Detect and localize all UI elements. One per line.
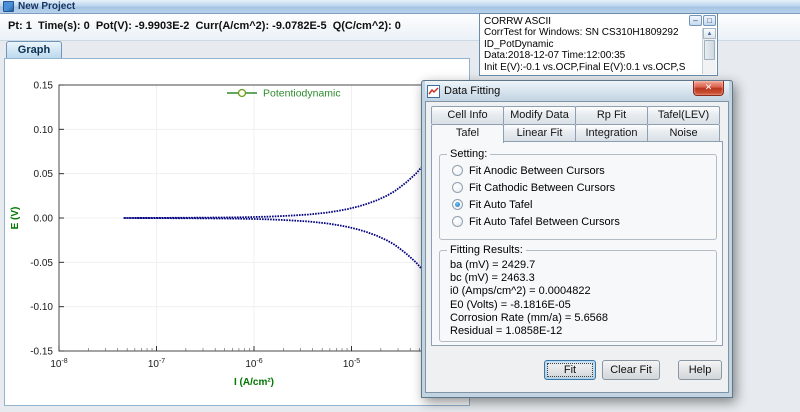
y-tick-label: -0.05 bbox=[30, 258, 53, 269]
fitting-results-label: Fitting Results: bbox=[447, 244, 526, 256]
y-tick-label: -0.15 bbox=[30, 347, 53, 358]
chart-panel: 10-810-710-610-510-40.150.100.050.00-0.0… bbox=[4, 58, 470, 406]
tab-row-1: Cell Info Modify Data Rp Fit Tafel(LEV) bbox=[431, 106, 723, 124]
radio-button[interactable] bbox=[452, 216, 463, 227]
dialog-icon bbox=[427, 84, 440, 98]
radio-button[interactable] bbox=[452, 182, 463, 193]
result-line: Corrosion Rate (mm/a) = 5.6568 bbox=[450, 311, 609, 324]
x-axis-title: I (A/cm²) bbox=[234, 377, 274, 388]
tab-tafel-lev[interactable]: Tafel(LEV) bbox=[647, 106, 720, 124]
radio-option-fit-auto-tafel-cursors[interactable]: Fit Auto Tafel Between Cursors bbox=[452, 213, 716, 230]
y-tick-label: 0.10 bbox=[34, 125, 54, 136]
radio-label: Fit Anodic Between Cursors bbox=[469, 164, 605, 177]
result-line: E0 (Volts) = -8.1816E-05 bbox=[450, 298, 571, 311]
tab-integration[interactable]: Integration bbox=[575, 124, 648, 142]
clear-fit-button[interactable]: Clear Fit bbox=[602, 360, 660, 380]
ascii-line: CORRW ASCII bbox=[484, 16, 552, 27]
radio-option-fit-auto-tafel[interactable]: Fit Auto Tafel bbox=[452, 196, 716, 213]
radio-button[interactable] bbox=[452, 199, 463, 210]
tafel-tab-page: Setting: Fit Anodic Between Cursors Fit … bbox=[431, 141, 723, 346]
app-icon bbox=[3, 1, 14, 12]
ascii-line: ID_PotDynamic bbox=[484, 38, 554, 50]
ascii-line: Init E(V):-0.1 vs.OCP,Final E(V):0.1 vs.… bbox=[484, 61, 686, 73]
y-tick-label: -0.10 bbox=[30, 302, 53, 313]
scrollbar[interactable]: ▲ bbox=[702, 28, 716, 74]
tab-tafel[interactable]: Tafel bbox=[431, 124, 504, 143]
x-tick-label: 10-8 bbox=[50, 358, 67, 370]
close-icon[interactable]: ✕ bbox=[693, 81, 724, 96]
minimize-icon[interactable]: – bbox=[689, 15, 702, 26]
y-tick-label: 0.00 bbox=[34, 214, 54, 225]
help-button[interactable]: Help bbox=[678, 360, 722, 380]
radio-button[interactable] bbox=[452, 165, 463, 176]
fit-button[interactable]: Fit bbox=[544, 360, 596, 380]
fitting-results-text: ba (mV) = 2429.7 bc (mV) = 2463.3 i0 (Am… bbox=[440, 251, 716, 338]
data-fitting-dialog: Data Fitting ✕ Cell Info Modify Data Rp … bbox=[421, 80, 733, 398]
result-line: Residual = 1.0858E-12 bbox=[450, 325, 563, 338]
tab-cell-info[interactable]: Cell Info bbox=[431, 106, 504, 124]
dialog-buttons: Fit Clear Fit Help bbox=[544, 360, 722, 380]
potentiodynamic-chart: 10-810-710-610-510-40.150.100.050.00-0.0… bbox=[10, 81, 458, 389]
radio-label: Fit Auto Tafel Between Cursors bbox=[469, 215, 620, 228]
tab-linear-fit[interactable]: Linear Fit bbox=[503, 124, 576, 142]
window-title: New Project bbox=[18, 0, 76, 12]
dialog-titlebar: Data Fitting ✕ bbox=[425, 81, 729, 101]
tab-row-2: Tafel Linear Fit Integration Noise bbox=[431, 124, 723, 143]
panel-window-buttons: – □ bbox=[689, 15, 716, 26]
titlebar: New Project bbox=[0, 0, 800, 14]
y-tick-label: 0.15 bbox=[34, 81, 54, 92]
y-axis-title: E (V) bbox=[10, 207, 21, 230]
scroll-thumb[interactable] bbox=[704, 40, 715, 60]
ascii-line: Data:2018-12-07 Time:12:00:35 bbox=[484, 50, 626, 62]
legend-marker-icon bbox=[237, 88, 247, 98]
restore-icon[interactable]: □ bbox=[703, 15, 716, 26]
y-tick-label: 0.05 bbox=[34, 169, 54, 180]
result-line: i0 (Amps/cm^2) = 0.0004822 bbox=[450, 285, 591, 298]
x-tick-label: 10-7 bbox=[148, 358, 165, 370]
dialog-title: Data Fitting bbox=[444, 85, 501, 97]
result-line: bc (mV) = 2463.3 bbox=[450, 272, 535, 285]
tab-rp-fit[interactable]: Rp Fit bbox=[575, 106, 648, 124]
radio-label: Fit Auto Tafel bbox=[469, 198, 533, 211]
ascii-text-block: CORRW ASCII CorrTest for Windows: SN CS3… bbox=[480, 14, 702, 75]
ascii-line: CorrTest for Windows: SN CS310H1809292 bbox=[484, 27, 679, 39]
x-tick-label: 10-5 bbox=[343, 358, 360, 370]
radio-option-fit-anodic[interactable]: Fit Anodic Between Cursors bbox=[452, 162, 716, 179]
setting-group: Setting: Fit Anodic Between Cursors Fit … bbox=[439, 148, 717, 240]
main-window: New Project Pt: 1 Time(s): 0 Pot(V): -9.… bbox=[0, 0, 800, 412]
status-readout: Pt: 1 Time(s): 0 Pot(V): -9.9903E-2 Curr… bbox=[8, 20, 401, 32]
scroll-up-icon[interactable]: ▲ bbox=[703, 28, 716, 39]
tab-noise[interactable]: Noise bbox=[647, 124, 720, 142]
fitting-results-group: Fitting Results: ba (mV) = 2429.7 bc (mV… bbox=[439, 244, 717, 342]
legend-label: Potentiodynamic bbox=[263, 88, 341, 100]
dialog-body: Cell Info Modify Data Rp Fit Tafel(LEV) … bbox=[425, 101, 729, 393]
result-line: ba (mV) = 2429.7 bbox=[450, 259, 536, 271]
radio-label: Fit Cathodic Between Cursors bbox=[469, 181, 616, 194]
setting-group-label: Setting: bbox=[447, 148, 491, 160]
tab-modify-data[interactable]: Modify Data bbox=[503, 106, 576, 124]
radio-option-fit-cathodic[interactable]: Fit Cathodic Between Cursors bbox=[452, 179, 716, 196]
ascii-info-panel: CORRW ASCII CorrTest for Windows: SN CS3… bbox=[479, 13, 718, 76]
x-tick-label: 10-6 bbox=[245, 358, 262, 370]
tab-graph[interactable]: Graph bbox=[6, 41, 62, 58]
